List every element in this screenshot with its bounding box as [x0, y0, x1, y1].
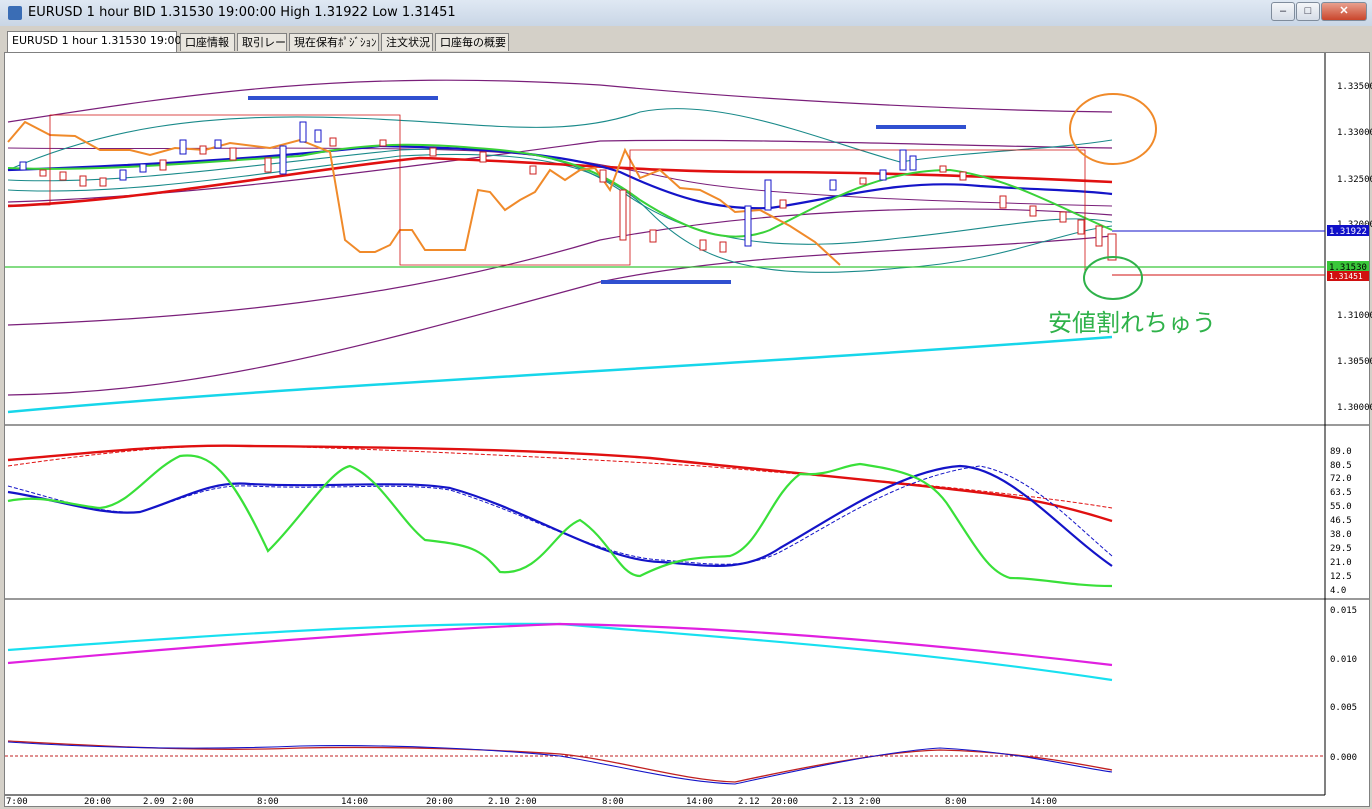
osc-tick: 12.5: [1330, 572, 1352, 582]
time-tick: 7:00: [6, 797, 28, 807]
time-tick: 2:00: [515, 797, 537, 807]
price-tick: 1.32500: [1337, 175, 1372, 185]
price-tick: 1.33500: [1337, 82, 1372, 92]
time-tick: 8:00: [602, 797, 624, 807]
time-tick: 2.09: [143, 797, 165, 807]
highlight-circle-green[interactable]: [1083, 256, 1143, 300]
oscillator-axis: 89.0 80.5 72.0 63.5 55.0 46.5 38.0 29.5 …: [1330, 447, 1352, 596]
price-candles: [39, 137, 1117, 261]
high-price-label: 1.31922: [1329, 227, 1367, 237]
time-tick: 2.12: [738, 797, 760, 807]
osc-tick: 63.5: [1330, 488, 1352, 498]
price-axis: 1.33500 1.33000 1.32500 1.32000 1.31000 …: [1337, 82, 1372, 413]
annotation-text[interactable]: 安値割れちゅう: [1048, 309, 1216, 337]
time-tick: 14:00: [1030, 797, 1057, 807]
osc-tick: 55.0: [1330, 502, 1352, 512]
macd-tick: 0.010: [1330, 655, 1357, 665]
osc-tick: 80.5: [1330, 461, 1352, 471]
time-axis: 7:00 20:00 2.09 2:00 8:00 14:00 20:00 2.…: [6, 797, 1057, 807]
macd-tick: 0.005: [1330, 703, 1357, 713]
osc-tick: 46.5: [1330, 516, 1352, 526]
price-tick: 1.30500: [1337, 357, 1372, 367]
price-tick: 1.30000: [1337, 403, 1372, 413]
main-indicators: [7, 79, 1113, 414]
time-tick: 2:00: [172, 797, 194, 807]
time-tick: 8:00: [945, 797, 967, 807]
macd-axis: 0.015 0.010 0.005 0.000: [1330, 606, 1357, 763]
highlight-circle-orange[interactable]: [1069, 93, 1157, 165]
macd-lines: [5, 622, 1325, 785]
price-tick: 1.33000: [1337, 128, 1372, 138]
time-tick: 20:00: [84, 797, 111, 807]
time-tick: 20:00: [771, 797, 798, 807]
low-price-label: 1.31451: [1329, 272, 1363, 281]
osc-tick: 72.0: [1330, 474, 1352, 484]
chart-canvas[interactable]: 安値割れちゅう 1.33500 1.33000 1.32500 1.32000 …: [0, 0, 1372, 809]
time-tick: 2.10: [488, 797, 510, 807]
osc-tick: 4.0: [1330, 586, 1346, 596]
time-tick: 20:00: [426, 797, 453, 807]
macd-tick: 0.000: [1330, 753, 1357, 763]
osc-tick: 89.0: [1330, 447, 1352, 457]
price-tick: 1.31000: [1337, 311, 1372, 321]
oscillator-lines: [7, 444, 1113, 588]
time-tick: 8:00: [257, 797, 279, 807]
time-tick: 2:00: [859, 797, 881, 807]
osc-tick: 38.0: [1330, 530, 1352, 540]
time-tick: 2.13: [832, 797, 854, 807]
time-tick: 14:00: [686, 797, 713, 807]
time-tick: 14:00: [341, 797, 368, 807]
price-candles-up: [19, 121, 917, 247]
macd-tick: 0.015: [1330, 606, 1357, 616]
osc-tick: 29.5: [1330, 544, 1352, 554]
osc-tick: 21.0: [1330, 558, 1352, 568]
